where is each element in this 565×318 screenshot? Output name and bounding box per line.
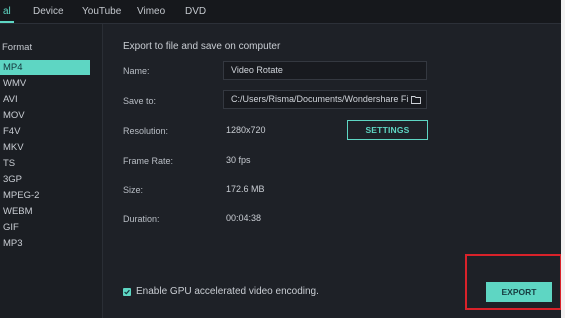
format-item-avi[interactable]: AVI xyxy=(0,92,90,107)
settings-button[interactable]: SETTINGS xyxy=(347,120,428,140)
save-to-input[interactable]: C:/Users/Risma/Documents/Wondershare Fi xyxy=(223,90,427,109)
tab-youtube[interactable]: YouTube xyxy=(82,6,121,17)
gpu-label: Enable GPU accelerated video encoding. xyxy=(136,286,319,297)
name-input-value: Video Rotate xyxy=(231,65,283,75)
duration-label: Duration: xyxy=(123,214,160,224)
section-title: Export to file and save on computer xyxy=(123,41,281,52)
active-tab-indicator xyxy=(0,21,14,23)
tab-dvd[interactable]: DVD xyxy=(185,6,206,17)
save-to-label: Save to: xyxy=(123,96,157,106)
frame-rate-label: Frame Rate: xyxy=(123,156,174,166)
format-item-gif[interactable]: GIF xyxy=(0,220,90,235)
folder-icon[interactable] xyxy=(411,95,421,104)
format-item-mpeg2[interactable]: MPEG-2 xyxy=(0,188,90,203)
format-item-mkv[interactable]: MKV xyxy=(0,140,90,155)
format-heading: Format xyxy=(2,42,33,53)
checkmark-icon xyxy=(124,289,130,295)
format-item-f4v[interactable]: F4V xyxy=(0,124,90,139)
format-item-wmv[interactable]: WMV xyxy=(0,76,90,91)
format-item-mp4[interactable]: MP4 xyxy=(0,60,90,75)
name-label: Name: xyxy=(123,66,150,76)
format-panel: Format MP4 WMV AVI MOV F4V MKV TS 3GP MP… xyxy=(0,24,103,318)
size-value: 172.6 MB xyxy=(226,184,265,194)
tab-bar: al Device YouTube Vimeo DVD xyxy=(0,0,563,24)
frame-rate-value: 30 fps xyxy=(226,155,251,165)
window-edge xyxy=(561,0,565,318)
gpu-checkbox[interactable] xyxy=(123,288,131,296)
duration-value: 00:04:38 xyxy=(226,213,262,223)
format-item-3gp[interactable]: 3GP xyxy=(0,172,90,187)
tab-device[interactable]: Device xyxy=(33,6,64,17)
format-item-ts[interactable]: TS xyxy=(0,156,90,171)
save-to-path: C:/Users/Risma/Documents/Wondershare Fi xyxy=(231,94,409,104)
format-item-mp3[interactable]: MP3 xyxy=(0,236,90,251)
resolution-label: Resolution: xyxy=(123,126,169,136)
format-item-mov[interactable]: MOV xyxy=(0,108,90,123)
name-input[interactable]: Video Rotate xyxy=(223,61,427,80)
size-label: Size: xyxy=(123,185,144,195)
tab-local[interactable]: al xyxy=(3,6,11,17)
tab-vimeo[interactable]: Vimeo xyxy=(137,6,165,17)
export-button[interactable]: EXPORT xyxy=(486,282,552,302)
format-item-webm[interactable]: WEBM xyxy=(0,204,90,219)
resolution-value: 1280x720 xyxy=(226,125,266,135)
